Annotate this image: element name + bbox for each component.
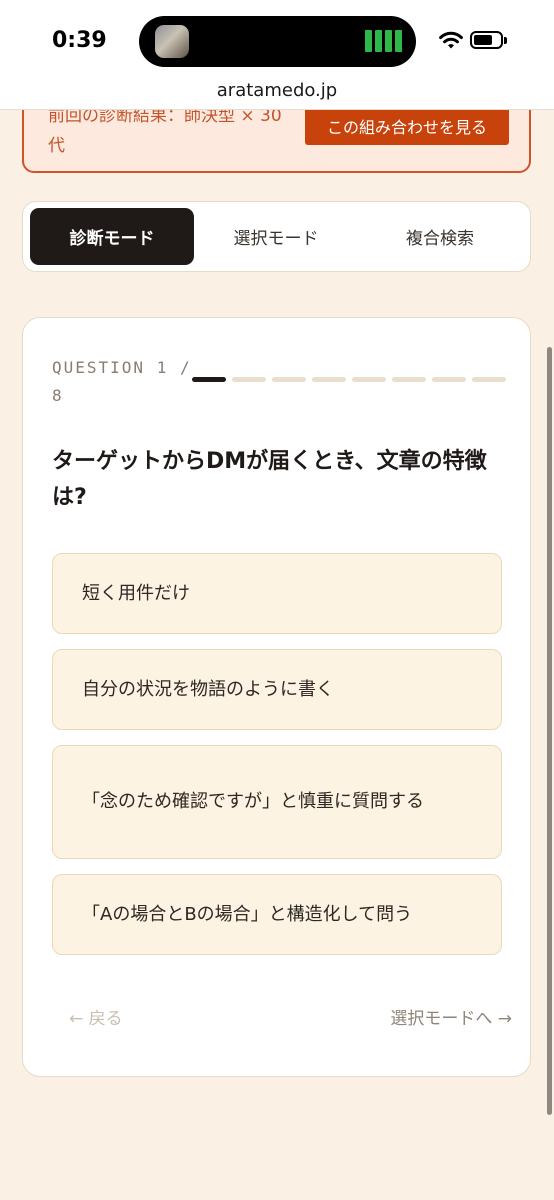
status-time: 0:39 <box>52 28 107 53</box>
tab-selection-mode[interactable]: 選択モード <box>194 208 358 265</box>
address-bar-url[interactable]: aratamedo.jp <box>0 80 554 101</box>
mode-tabs: 診断モード 選択モード 複合検索 <box>22 201 531 272</box>
progress-segment <box>272 377 306 382</box>
question-progress <box>192 377 506 382</box>
status-bar: 0:39 aratamedo.jp <box>0 0 554 110</box>
battery-icon <box>470 31 507 49</box>
battery-level <box>474 35 492 45</box>
media-thumbnail-icon <box>155 25 189 58</box>
wifi-icon <box>439 31 463 49</box>
back-button[interactable]: ← 戻る <box>69 1004 123 1029</box>
tab-combined-search[interactable]: 複合検索 <box>358 208 522 265</box>
previous-result-text: 前回の診断結果：師決型 × 30代 <box>48 106 282 156</box>
question-card: QUESTION 1 / 8 ターゲットからDMが届くとき、文章の特徴は? 短く… <box>22 317 531 1077</box>
answer-option[interactable]: 短く用件だけ <box>52 553 502 634</box>
progress-segment <box>312 377 346 382</box>
progress-segment <box>472 377 506 382</box>
answer-option[interactable]: 自分の状況を物語のように書く <box>52 649 502 730</box>
dynamic-island <box>139 16 416 67</box>
tab-diagnosis-mode[interactable]: 診断モード <box>30 208 194 265</box>
question-counter: QUESTION 1 / 8 <box>52 358 192 405</box>
next-mode-button[interactable]: 選択モードへ → <box>390 1004 512 1029</box>
progress-segment <box>232 377 266 382</box>
progress-segment <box>352 377 386 382</box>
answer-option[interactable]: 「念のため確認ですが」と慎重に質問する <box>52 745 502 859</box>
answer-option[interactable]: 「Aの場合とBの場合」と構造化して問う <box>52 874 502 955</box>
scrollbar[interactable] <box>547 347 552 1115</box>
progress-segment <box>192 377 226 382</box>
audio-level-icon <box>365 30 402 52</box>
view-combination-button[interactable]: この組み合わせを見る <box>305 107 509 145</box>
question-text: ターゲットからDMが届くとき、文章の特徴は? <box>52 449 487 510</box>
progress-segment <box>392 377 426 382</box>
progress-segment <box>432 377 466 382</box>
